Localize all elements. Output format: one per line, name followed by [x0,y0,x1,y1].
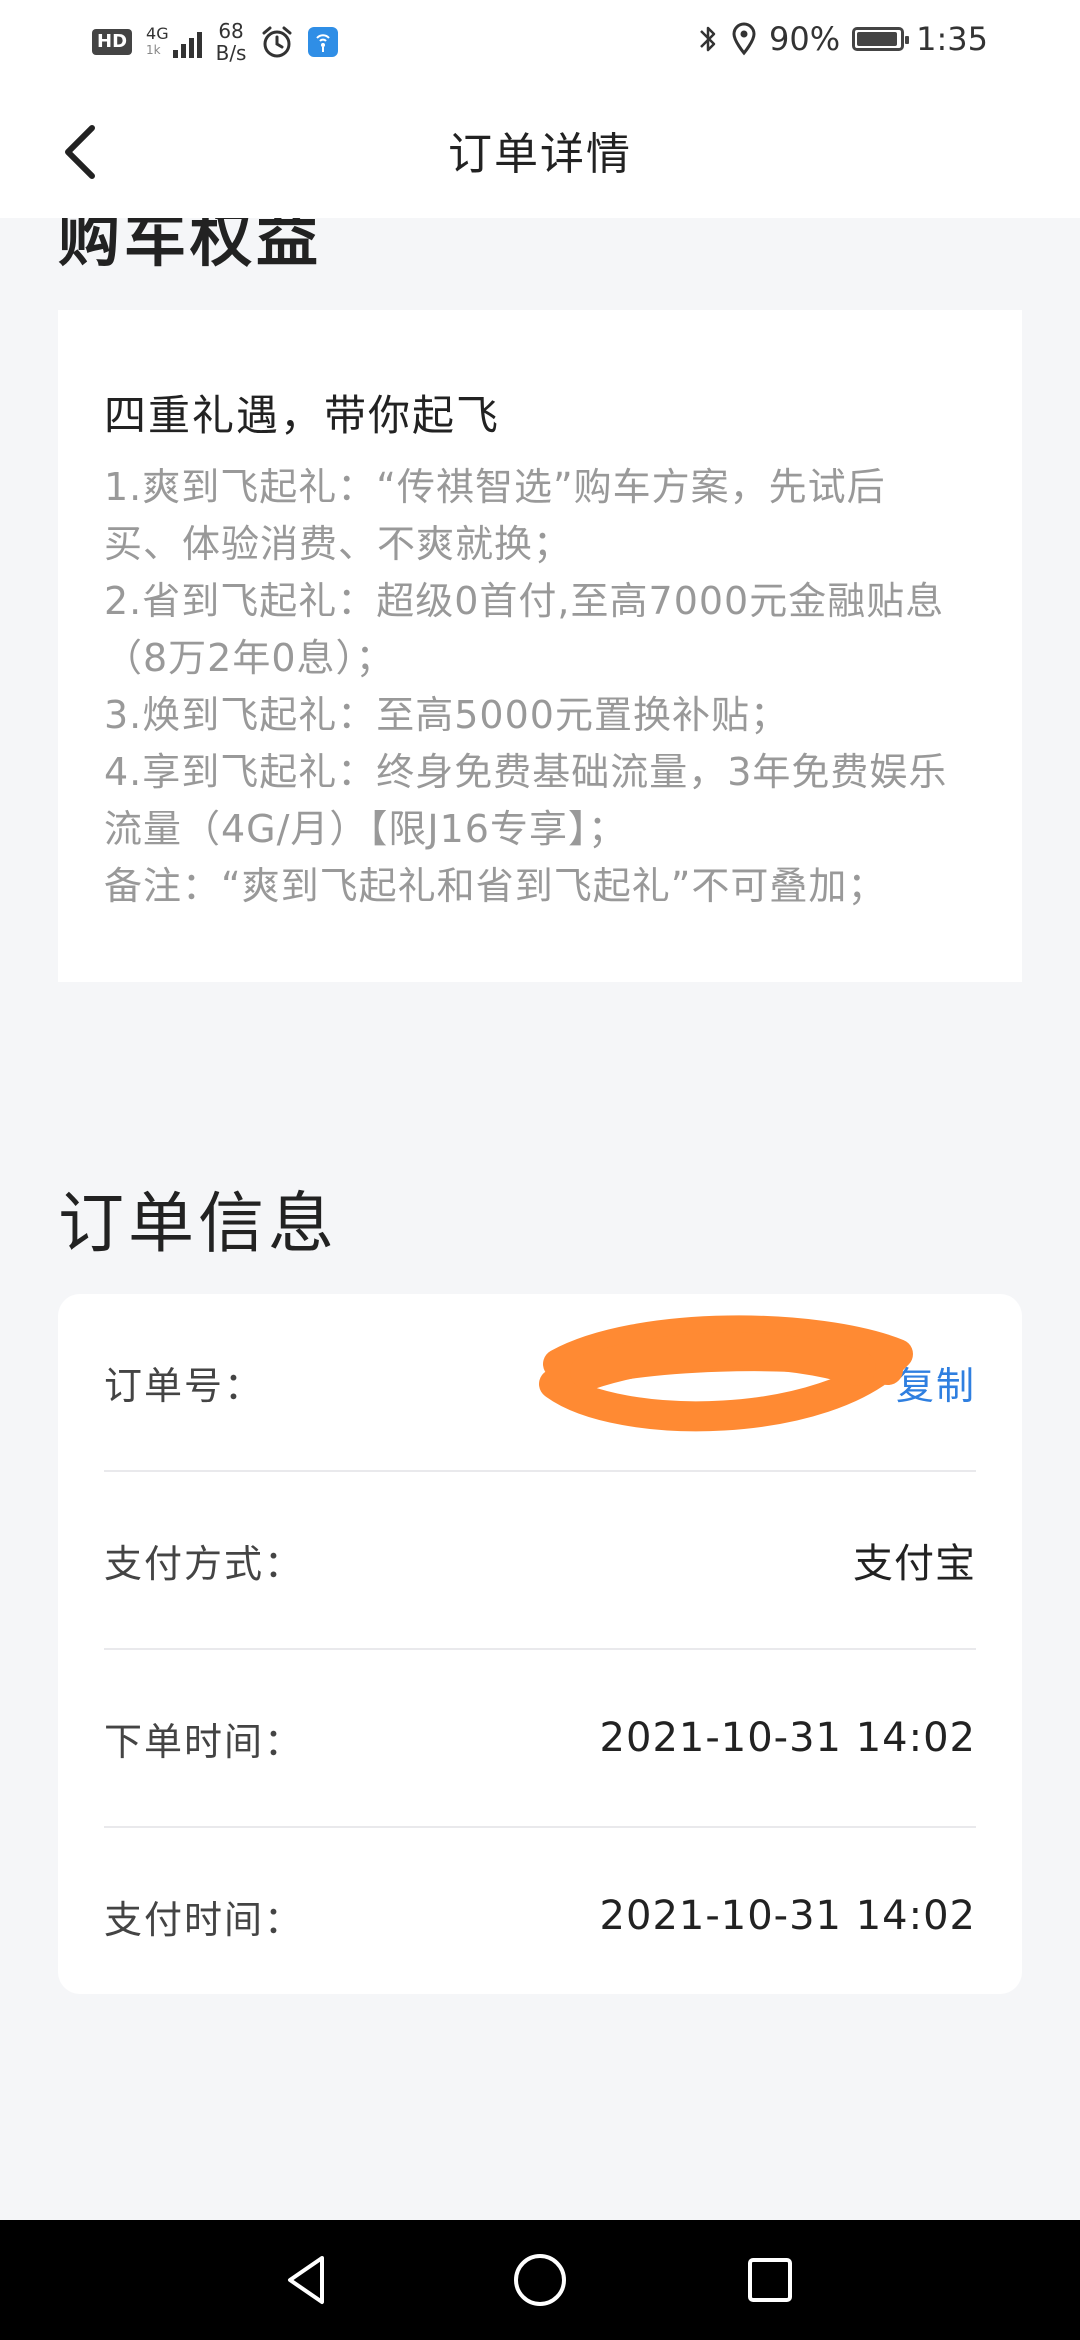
nav-home-icon[interactable] [508,2248,572,2312]
order-info-card: 订单号： 复制 支付方式： 支付宝 下单时间： 2021-10-31 14:02… [58,1294,1022,1994]
status-left: HD 4G 1k 68 B/s [92,20,339,64]
system-nav-bar [0,2220,1080,2340]
signal-icon [172,30,202,58]
benefit-line: 4.享到飞起礼：终身免费基础流量，3年免费娱乐 [104,750,948,794]
redaction-scribble [539,1315,913,1432]
order-time-row: 下单时间： 2021-10-31 14:02 [104,1650,976,1828]
payment-method-label: 支付方式： [104,1541,305,1586]
battery-icon [852,27,910,51]
network-indicator: 4G 1k [146,26,202,58]
benefit-line: 2.省到飞起礼：超级0首付,至高7000元金融贴息 [104,579,945,623]
benefits-card-title: 四重礼遇，带你起飞 [104,391,501,440]
payment-time-value: 2021-10-31 14:02 [599,1893,976,1939]
payment-time-row: 支付时间： 2021-10-31 14:02 [104,1828,976,2004]
benefit-line: 买、体验消费、不爽就换； [104,522,573,566]
benefit-line: 1.爽到飞起礼：“传祺智选”购车方案，先试后 [104,465,886,509]
nav-back-icon[interactable] [276,2248,340,2312]
wifi-calling-icon [308,27,339,57]
payment-time-label: 支付时间： [104,1897,305,1942]
order-info-title: 订单信息 [58,1185,338,1262]
order-number-label: 订单号： [104,1363,265,1408]
order-number-row: 订单号： 复制 [104,1294,976,1472]
payment-method-value: 支付宝 [853,1541,976,1587]
benefit-line: （8万2年0息）； [104,636,395,680]
hd-badge: HD [92,29,133,55]
network-speed: 68 B/s [216,20,247,64]
speed-value: 68 [218,19,244,43]
page-title: 订单详情 [448,129,632,180]
status-right: 90% 1:35 [697,20,988,58]
payment-method-row: 支付方式： 支付宝 [104,1472,976,1650]
status-bar: HD 4G 1k 68 B/s 90% 1:35 [0,0,1080,86]
bluetooth-icon [700,26,716,52]
benefit-line: 备注：“爽到飞起礼和省到飞起礼”不可叠加； [104,864,887,908]
network-type: 4G [146,24,169,43]
speed-unit: B/s [215,41,247,65]
benefit-line: 3.焕到飞起礼：至高5000元置换补贴； [104,693,789,737]
location-icon [732,22,756,56]
order-time-label: 下单时间： [104,1719,305,1764]
network-sub: 1k [146,43,161,57]
order-time-value: 2021-10-31 14:02 [599,1715,976,1761]
benefits-card: 四重礼遇，带你起飞 1.爽到飞起礼：“传祺智选”购车方案，先试后 买、体验消费、… [58,310,1022,982]
benefit-line: 流量（4G/月）【限J16专享】； [104,807,627,851]
alarm-icon [262,26,292,58]
battery-percent: 90% [769,20,841,58]
nav-header: 订单详情 [0,86,1080,218]
clock: 1:35 [916,20,988,58]
nav-recents-icon[interactable] [738,2248,802,2312]
